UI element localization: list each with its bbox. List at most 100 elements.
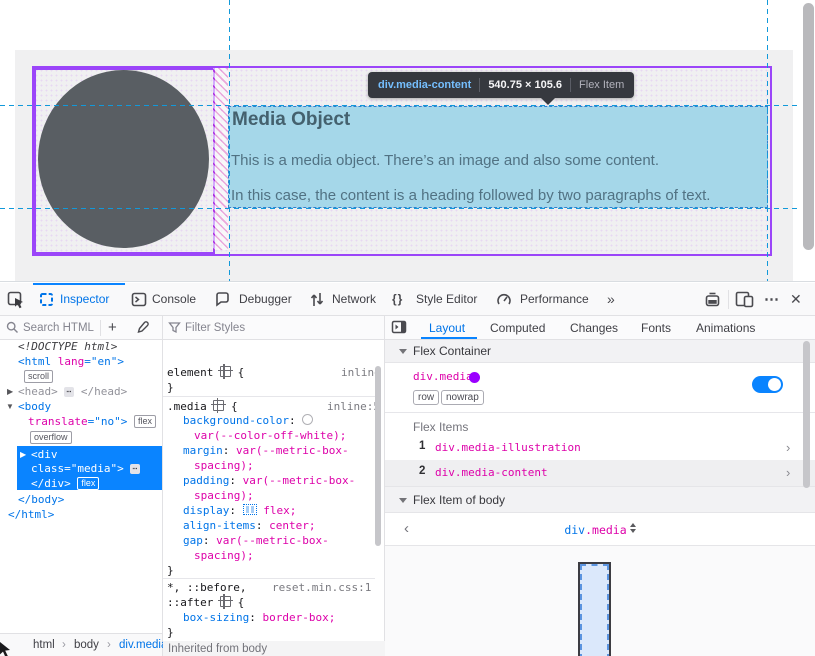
property-value: var(--metric-box-: [243, 474, 356, 487]
overlay-color-swatch[interactable]: [469, 372, 480, 383]
markup-html-close[interactable]: </html>: [8, 508, 54, 521]
section-divider: [385, 412, 815, 413]
filter-icon: [168, 321, 181, 334]
property-value: spacing);: [194, 489, 254, 502]
breadcrumb-bar: html › body › div.media: [0, 633, 162, 656]
current-flex-item-select[interactable]: div.media: [385, 521, 815, 539]
filter-styles-input[interactable]: Filter Styles: [185, 316, 245, 340]
markup-div-close[interactable]: </div> flex: [31, 477, 99, 490]
eyedropper-icon[interactable]: [135, 320, 150, 335]
tab-debugger[interactable]: Debugger: [239, 283, 292, 316]
head-expand-chip[interactable]: ⋯: [64, 387, 74, 397]
property-value: var(--metric-box-: [236, 444, 349, 457]
flex-item-row-2[interactable]: 2 div.media-content ›: [385, 460, 815, 486]
element-selector[interactable]: element: [167, 366, 213, 379]
devtools-subtoolbar: [0, 316, 815, 340]
translate-attr: translate: [28, 415, 88, 428]
div-twisty[interactable]: ▶: [20, 450, 26, 459]
add-node-button[interactable]: +: [108, 316, 117, 340]
tab-network[interactable]: Network: [332, 283, 376, 316]
markup-body-open[interactable]: <body: [18, 400, 51, 413]
css-declaration[interactable]: box-sizing: border-box;: [183, 611, 335, 624]
style-editor-icon: { }: [392, 283, 402, 316]
body-flex-badge[interactable]: flex: [134, 415, 156, 428]
selector-highlighter-icon[interactable]: [220, 366, 231, 377]
property-name: background-color: [183, 414, 289, 427]
markup-body-attrs[interactable]: translate="no"> flex: [28, 415, 156, 428]
css-declaration[interactable]: display: flex;: [183, 504, 296, 517]
media-rule-location[interactable]: inline:5: [327, 400, 380, 413]
open-brace: {: [231, 400, 238, 413]
property-name: box-sizing: [183, 611, 249, 624]
responsive-design-mode-icon[interactable]: [735, 291, 754, 308]
head-twisty[interactable]: ▶: [7, 387, 13, 396]
lang-attr: lang: [51, 355, 84, 368]
sidebar-toggle-icon[interactable]: [391, 320, 407, 334]
selector-highlighter-icon[interactable]: [220, 596, 231, 607]
flex-item-of-body-header[interactable]: Flex Item of body: [385, 486, 815, 513]
property-name: padding: [183, 474, 229, 487]
infobar-divider: [570, 78, 571, 92]
highlighter-infobar: div.media-content 540.75 × 105.6 Flex It…: [368, 72, 634, 98]
markup-div-open[interactable]: <div: [31, 448, 58, 461]
overflow-badge[interactable]: overflow: [30, 431, 72, 444]
layout-scrollbar[interactable]: [803, 341, 810, 488]
markup-doctype[interactable]: <!DOCTYPE html>: [18, 340, 117, 353]
css-declaration[interactable]: background-color:: [183, 414, 313, 427]
flex-direction-badge: row: [413, 390, 439, 405]
color-swatch-icon[interactable]: [302, 414, 313, 425]
colon: :: [256, 519, 269, 532]
div-flex-badge[interactable]: flex: [77, 477, 99, 490]
item-index: 1: [419, 440, 425, 452]
flex-item-row-1[interactable]: 1 div.media-illustration ›: [385, 436, 815, 460]
infobar-dimensions: 540.75 × 105.6: [488, 79, 562, 91]
markup-head-row[interactable]: <head> ⋯ </head>: [18, 385, 127, 398]
markup-body-close[interactable]: </body>: [18, 493, 64, 506]
flex-overlay-line-right: [767, 0, 768, 281]
css-declaration[interactable]: gap: var(--metric-box-: [183, 534, 329, 547]
media-rule-selector-row: .media {: [167, 400, 238, 413]
sort-arrows-icon: [630, 523, 636, 533]
flex-overlay-line-left: [229, 0, 230, 281]
scroll-badge[interactable]: scroll: [24, 370, 53, 383]
div-expand-chip[interactable]: ⋯: [130, 464, 140, 474]
reset-rule-location[interactable]: reset.min.css:1: [272, 581, 371, 594]
media-selector[interactable]: .media: [167, 400, 207, 413]
flex-overlay-toggle[interactable]: [752, 376, 783, 393]
markup-div-class[interactable]: class="media"> ⋯: [31, 462, 140, 475]
chevron-right-icon: ›: [786, 440, 790, 455]
rules-scrollbar[interactable]: [375, 366, 381, 546]
flex-container-section-header[interactable]: Flex Container: [385, 340, 815, 363]
breadcrumb-body[interactable]: body: [74, 634, 99, 656]
tab-console[interactable]: Console: [152, 283, 196, 316]
more-options-icon[interactable]: ⋯: [764, 283, 780, 316]
flex-highlighter-toggle-icon[interactable]: [243, 504, 257, 515]
css-declaration-cont: spacing);: [194, 549, 254, 562]
body-twisty[interactable]: ▼: [6, 402, 14, 411]
search-html-input[interactable]: Search HTML: [23, 316, 94, 340]
dock-to-bottom-icon[interactable]: [704, 291, 721, 308]
html-end-tag: </html>: [8, 508, 54, 521]
flex-container-selector[interactable]: div.media: [413, 370, 473, 383]
markup-html-open[interactable]: <html lang="en">: [18, 355, 124, 368]
flex-gap-hatch-overlay: [213, 68, 228, 250]
firefox-devtools-window: Media Object This is a media object. The…: [0, 0, 815, 656]
html-tag-close: >: [117, 355, 124, 368]
css-declaration[interactable]: align-items: center;: [183, 519, 315, 532]
element-rule-selector-row: element {: [167, 366, 244, 379]
css-declaration[interactable]: padding: var(--metric-box-: [183, 474, 355, 487]
close-devtools-icon[interactable]: ✕: [790, 283, 802, 316]
breadcrumb-html[interactable]: html: [33, 634, 55, 656]
css-declaration[interactable]: margin: var(--metric-box-: [183, 444, 349, 457]
search-divider: [100, 320, 101, 336]
selector-highlighter-icon[interactable]: [213, 400, 224, 411]
rule-divider: [163, 396, 375, 397]
pick-element-icon[interactable]: [7, 291, 25, 309]
breadcrumb-div-media[interactable]: div.media: [119, 634, 167, 656]
flex-wrap-badge: nowrap: [441, 390, 484, 405]
page-scrollbar[interactable]: [803, 3, 814, 250]
tab-inspector[interactable]: Inspector: [60, 283, 109, 316]
infobar-divider: [479, 78, 480, 92]
head-tag: <head>: [18, 385, 58, 398]
property-name: gap: [183, 534, 203, 547]
